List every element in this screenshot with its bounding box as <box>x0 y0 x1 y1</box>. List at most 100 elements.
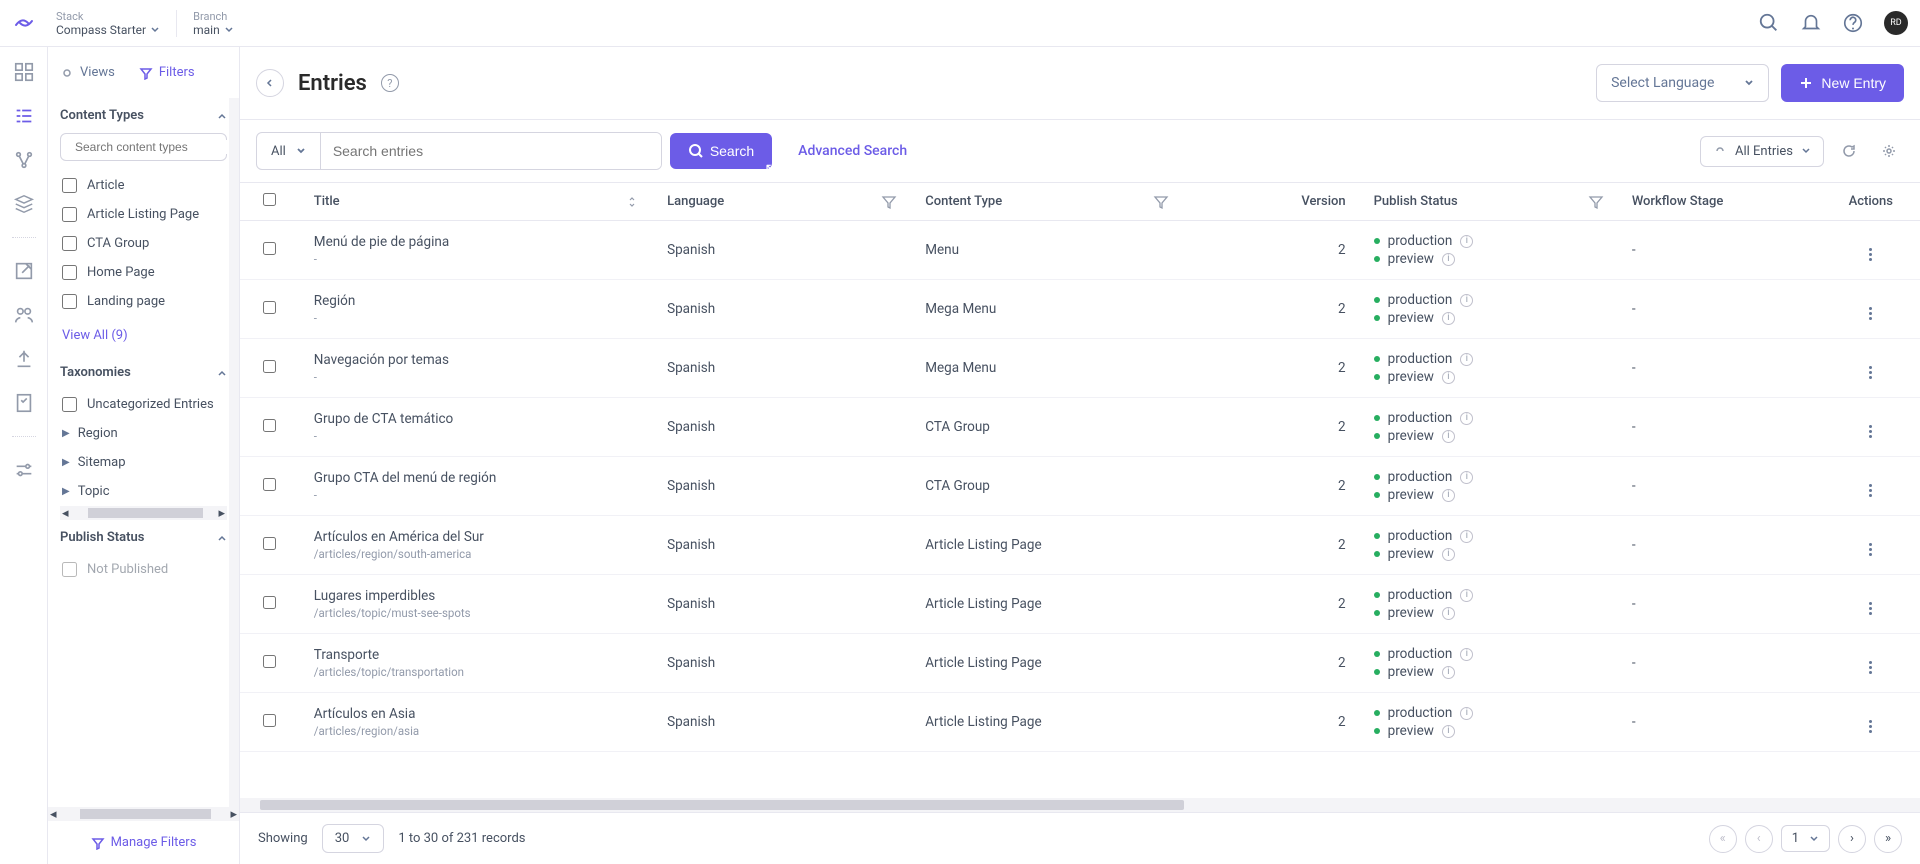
table-row[interactable]: Artículos en Asia/articles/region/asiaSp… <box>240 693 1920 752</box>
filter-icon[interactable] <box>1153 194 1169 210</box>
row-checkbox[interactable] <box>263 714 276 727</box>
branch-selector[interactable]: Branch main <box>193 10 234 37</box>
content-type-item[interactable]: Landing page <box>60 287 227 316</box>
uncategorized-item[interactable]: Uncategorized Entries <box>60 390 227 419</box>
row-checkbox[interactable] <box>263 596 276 609</box>
language-select[interactable]: Select Language <box>1596 64 1769 102</box>
info-icon[interactable]: i <box>1460 530 1473 543</box>
row-checkbox[interactable] <box>263 301 276 314</box>
table-row[interactable]: Transporte/articles/topic/transportation… <box>240 634 1920 693</box>
page-number-select[interactable]: 1 <box>1781 825 1830 852</box>
table-row[interactable]: Lugares imperdibles/articles/topic/must-… <box>240 575 1920 634</box>
refresh-button[interactable] <box>1834 136 1864 166</box>
search-scope-dropdown[interactable]: All <box>257 133 321 169</box>
info-icon[interactable]: i <box>1442 489 1455 502</box>
assets-icon[interactable] <box>13 193 35 215</box>
content-type-item[interactable]: Article <box>60 171 227 200</box>
content-type-item[interactable]: Home Page <box>60 258 227 287</box>
info-icon[interactable]: i <box>1460 353 1473 366</box>
select-all-checkbox[interactable] <box>263 193 276 206</box>
help-icon[interactable] <box>1842 12 1864 34</box>
views-tab[interactable]: Views <box>60 65 115 80</box>
prev-page-button[interactable]: ‹ <box>1745 825 1773 853</box>
info-icon[interactable]: i <box>1442 666 1455 679</box>
manage-filters-button[interactable]: Manage Filters <box>48 821 239 864</box>
releases-icon[interactable] <box>13 348 35 370</box>
search-icon[interactable] <box>1758 12 1780 34</box>
filters-tab[interactable]: Filters <box>139 65 195 80</box>
search-input[interactable] <box>321 133 661 169</box>
row-actions-button[interactable] <box>1869 720 1872 733</box>
row-checkbox[interactable] <box>263 655 276 668</box>
last-page-button[interactable]: » <box>1874 825 1902 853</box>
page-size-select[interactable]: 30 <box>322 824 385 853</box>
info-icon[interactable]: i <box>1442 253 1455 266</box>
new-entry-button[interactable]: New Entry <box>1781 64 1904 102</box>
checkbox[interactable] <box>62 178 77 193</box>
advanced-search-link[interactable]: Advanced Search <box>798 143 907 159</box>
row-actions-button[interactable] <box>1869 366 1872 379</box>
people-icon[interactable] <box>13 304 35 326</box>
dashboard-icon[interactable] <box>13 61 35 83</box>
taxonomy-item[interactable]: ▶Topic <box>60 477 227 506</box>
view-all-link[interactable]: View All (9) <box>60 316 227 355</box>
search-button[interactable]: Search ↖ <box>670 133 772 169</box>
row-actions-button[interactable] <box>1869 484 1872 497</box>
table-row[interactable]: Navegación por temas-SpanishMega Menu2pr… <box>240 339 1920 398</box>
taxonomy-item[interactable]: ▶Region <box>60 419 227 448</box>
entries-icon[interactable] <box>13 105 35 127</box>
all-entries-pill[interactable]: All Entries <box>1700 136 1824 167</box>
first-page-button[interactable]: « <box>1709 825 1737 853</box>
info-icon[interactable]: i <box>1442 548 1455 561</box>
checkbox[interactable] <box>62 397 77 412</box>
info-icon[interactable]: i <box>1442 312 1455 325</box>
content-type-item[interactable]: CTA Group <box>60 229 227 258</box>
table-row[interactable]: Artículos en América del Sur/articles/re… <box>240 516 1920 575</box>
info-icon[interactable]: i <box>1460 412 1473 425</box>
info-icon[interactable]: i <box>1442 607 1455 620</box>
content-types-section[interactable]: Content Types <box>60 98 227 133</box>
content-type-item[interactable]: Article Listing Page <box>60 200 227 229</box>
table-hscroll[interactable] <box>240 798 1920 812</box>
not-published-item[interactable]: Not Published <box>60 555 227 584</box>
row-checkbox[interactable] <box>263 360 276 373</box>
sidebar-scrollbar[interactable] <box>229 98 239 807</box>
row-actions-button[interactable] <box>1869 425 1872 438</box>
info-icon[interactable]: i <box>1442 371 1455 384</box>
avatar[interactable]: RD <box>1884 11 1908 35</box>
content-type-search-input[interactable] <box>75 140 230 154</box>
taxonomy-item[interactable]: ▶Sitemap <box>60 448 227 477</box>
table-row[interactable]: Región-SpanishMega Menu2productioniprevi… <box>240 280 1920 339</box>
info-icon[interactable]: i <box>1460 471 1473 484</box>
row-actions-button[interactable] <box>1869 543 1872 556</box>
content-type-search[interactable] <box>60 133 227 161</box>
table-row[interactable]: Grupo CTA del menú de región-SpanishCTA … <box>240 457 1920 516</box>
row-checkbox[interactable] <box>263 419 276 432</box>
filter-icon[interactable] <box>881 194 897 210</box>
row-checkbox[interactable] <box>263 478 276 491</box>
settings-icon[interactable] <box>13 459 35 481</box>
checkbox[interactable] <box>62 562 77 577</box>
content-model-icon[interactable] <box>13 149 35 171</box>
table-row[interactable]: Grupo de CTA temático-SpanishCTA Group2p… <box>240 398 1920 457</box>
info-icon[interactable]: i <box>1460 294 1473 307</box>
row-actions-button[interactable] <box>1869 661 1872 674</box>
sort-icon[interactable] <box>625 195 639 209</box>
sidebar-hscroll[interactable]: ◂▸ <box>60 506 227 520</box>
row-actions-button[interactable] <box>1869 602 1872 615</box>
row-checkbox[interactable] <box>263 242 276 255</box>
bell-icon[interactable] <box>1800 12 1822 34</box>
checkbox[interactable] <box>62 207 77 222</box>
checkbox[interactable] <box>62 294 77 309</box>
info-icon[interactable]: i <box>1460 648 1473 661</box>
next-page-button[interactable]: › <box>1838 825 1866 853</box>
taxonomies-section[interactable]: Taxonomies <box>60 355 227 390</box>
checkbox[interactable] <box>62 265 77 280</box>
filter-icon[interactable] <box>1588 194 1604 210</box>
tasks-icon[interactable] <box>13 392 35 414</box>
row-actions-button[interactable] <box>1869 307 1872 320</box>
stack-selector[interactable]: Stack Compass Starter <box>56 10 177 37</box>
help-icon[interactable]: ? <box>381 74 399 92</box>
publish-icon[interactable] <box>13 260 35 282</box>
back-button[interactable] <box>256 69 284 97</box>
